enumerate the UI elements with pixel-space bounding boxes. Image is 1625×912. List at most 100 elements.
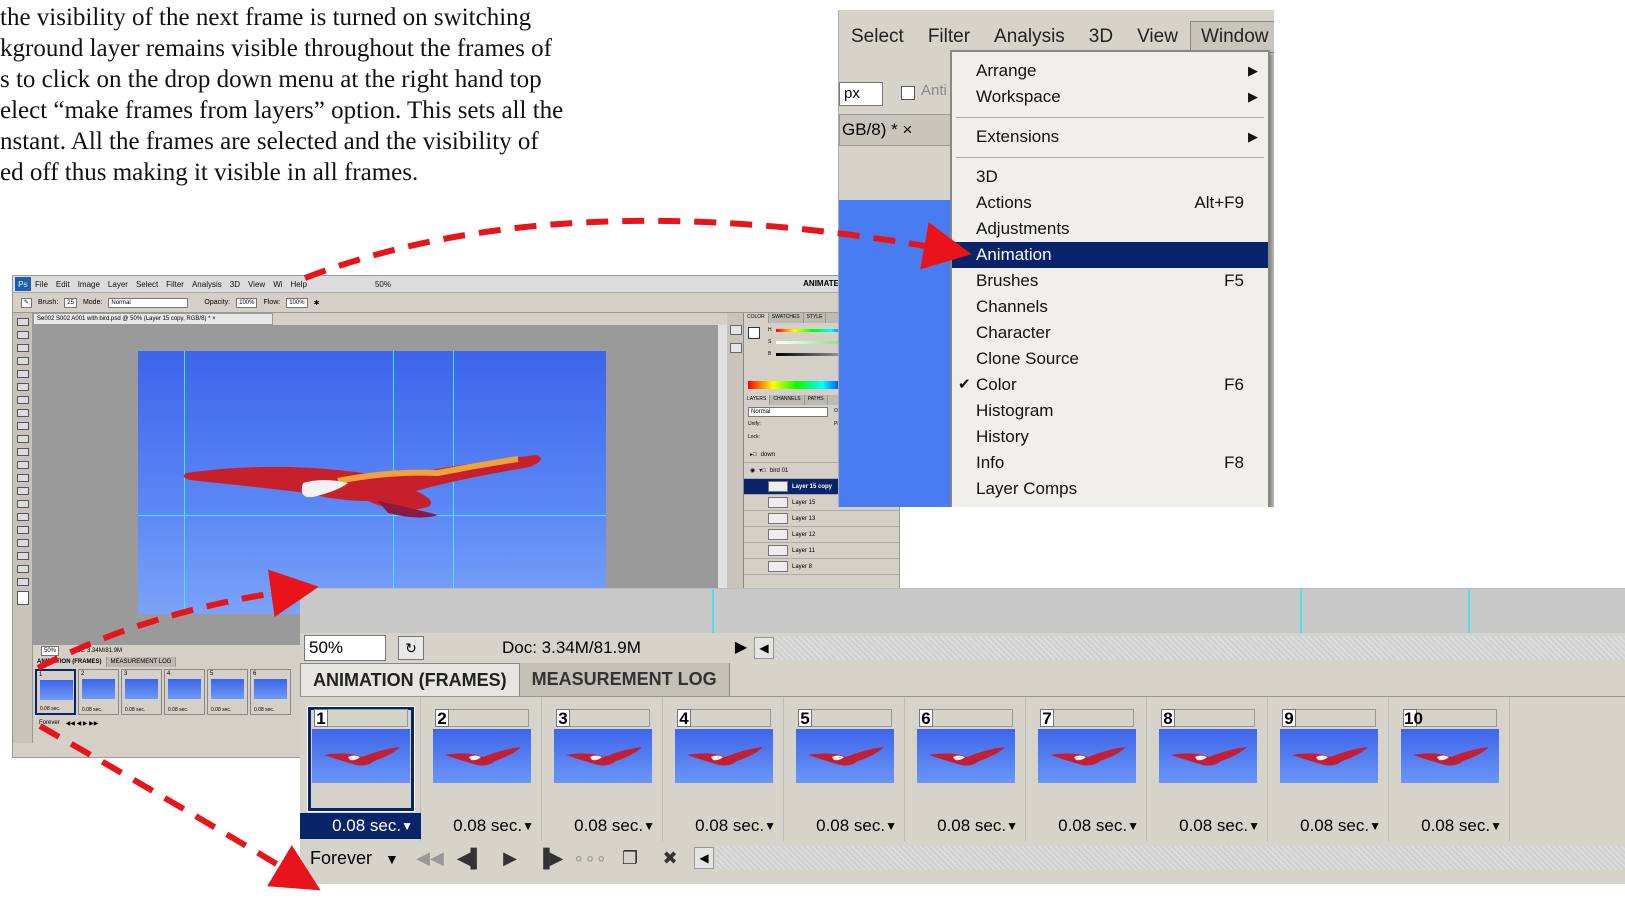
crop-tool-icon[interactable]	[16, 370, 29, 378]
airbrush-icon[interactable]: ✱	[314, 299, 320, 307]
frame-delay-select[interactable]: 0.08 sec.▼	[663, 813, 784, 839]
next-frame-button[interactable]: ▐▶	[530, 848, 570, 869]
menu-view[interactable]: View	[248, 280, 265, 289]
tab-animation-frames[interactable]: ANIMATION (FRAMES)	[300, 663, 520, 696]
animation-frame[interactable]: 6 0.08 sec.▼	[905, 697, 1026, 841]
menu-filter[interactable]: Filter	[166, 280, 184, 289]
menu-item-brushes[interactable]: Brushes F5	[952, 268, 1268, 294]
menu-item-arrange[interactable]: Arrange ▶	[952, 58, 1268, 84]
menu-image[interactable]: Image	[78, 280, 100, 289]
animation-frame[interactable]: 2 0.08 sec.▼	[421, 697, 542, 841]
animation-frame[interactable]: 1 0.08 sec.	[35, 669, 76, 715]
menu-edit[interactable]: Edit	[56, 280, 70, 289]
frame-delay-select[interactable]: 0.08 sec.▼	[905, 813, 1026, 839]
menu-filter[interactable]: Filter	[916, 26, 982, 48]
frame-delay[interactable]: 0.08 sec.	[82, 707, 102, 713]
history-brush-tool-icon[interactable]	[16, 435, 29, 443]
duplicate-frame-button[interactable]: ❐	[610, 848, 650, 869]
frame-delay-select[interactable]: 0.08 sec.▼	[1026, 813, 1147, 839]
workspace-switcher[interactable]: ANIMATE	[803, 279, 839, 288]
animation-frame[interactable]: 3 0.08 sec.▼	[542, 697, 663, 841]
frame-delay-select[interactable]: 0.08 sec.▼	[421, 813, 542, 839]
animation-frame[interactable]: 10 0.08 sec.▼	[1389, 697, 1510, 841]
tab-styles[interactable]: STYLE	[804, 313, 827, 323]
menu-file[interactable]: File	[35, 280, 48, 289]
zoom-field[interactable]: 50%	[304, 635, 386, 661]
tab-swatches[interactable]: SWATCHES	[769, 313, 804, 323]
menu-item-workspace[interactable]: Workspace ▶	[952, 84, 1268, 110]
menu-item-3d[interactable]: 3D	[952, 164, 1268, 190]
hand-tool-icon[interactable]	[16, 565, 29, 573]
animation-frame[interactable]: 5 0.08 sec.▼	[784, 697, 905, 841]
tab-animation-frames[interactable]: ANIMATION (FRAMES)	[33, 657, 107, 667]
frame-delay-select[interactable]: 0.08 sec.▼	[784, 813, 905, 839]
loop-select[interactable]: Forever ▼	[300, 848, 410, 869]
frame-delay-select[interactable]: 0.08 sec.▼	[1389, 813, 1510, 839]
menu-item-channels[interactable]: Channels	[952, 294, 1268, 320]
menu-item-extensions[interactable]: Extensions ▶	[952, 124, 1268, 150]
play-button[interactable]: ▶	[490, 848, 530, 869]
layer-row[interactable]: Layer 13	[744, 511, 899, 527]
status-menu-icon[interactable]: ↻	[398, 636, 424, 660]
tab-layers[interactable]: LAYERS	[744, 395, 771, 405]
move-tool-icon[interactable]	[16, 318, 29, 326]
animation-frame[interactable]: 2 0.08 sec.	[78, 669, 119, 715]
menu-window[interactable]: Window	[1189, 21, 1274, 53]
layer-row[interactable]: Layer 8	[744, 559, 899, 575]
tab-paths[interactable]: PATHS	[805, 395, 828, 405]
animation-frame[interactable]: 6 0.08 sec.	[250, 669, 291, 715]
menu-item-info[interactable]: Info F8	[952, 450, 1268, 476]
anti-alias-checkbox[interactable]	[901, 86, 915, 100]
opacity-field[interactable]: 100%	[236, 297, 258, 308]
document-tab[interactable]: Se002 S002 A001 with bird.psd @ 50% (Lay…	[33, 313, 273, 325]
animation-frame[interactable]: 8 0.08 sec.▼	[1147, 697, 1268, 841]
layer-row[interactable]: Layer 12	[744, 527, 899, 543]
lasso-tool-icon[interactable]	[16, 344, 29, 352]
quick-select-tool-icon[interactable]	[16, 357, 29, 365]
menu-3d[interactable]: 3D	[230, 280, 240, 289]
menu-select[interactable]: Select	[839, 26, 916, 48]
menu-select[interactable]: Select	[136, 280, 158, 289]
layer-row[interactable]: Layer 11	[744, 543, 899, 559]
tool-preset-picker[interactable]: ✎	[21, 297, 33, 308]
menu-analysis[interactable]: Analysis	[982, 26, 1077, 48]
scroll-left-icon[interactable]: ◀	[754, 637, 774, 659]
menu-view[interactable]: View	[1125, 26, 1190, 48]
frame-delay[interactable]: 0.08 sec.	[125, 707, 145, 713]
animation-frame[interactable]: 3 0.08 sec.	[121, 669, 162, 715]
tab-channels[interactable]: CHANNELS	[770, 395, 805, 405]
frame-delay-select[interactable]: 0.08 sec.▼	[1268, 813, 1389, 839]
scroll-left-icon[interactable]: ◀	[694, 847, 714, 869]
menu-item-histogram[interactable]: Histogram	[952, 398, 1268, 424]
pen-tool-icon[interactable]	[16, 500, 29, 508]
status-zoom-field[interactable]: 50%	[41, 646, 60, 656]
zoom-tool-icon[interactable]	[16, 578, 29, 586]
foreground-color-swatch[interactable]	[748, 327, 760, 339]
delete-frame-button[interactable]: ✖	[650, 848, 690, 869]
menu-help[interactable]: Help	[291, 280, 307, 289]
menu-item-actions[interactable]: Actions Alt+F9	[952, 190, 1268, 216]
frame-delay[interactable]: 0.08 sec.	[254, 707, 274, 713]
menu-analysis[interactable]: Analysis	[192, 280, 222, 289]
document-tab[interactable]: GB/8) * ×	[839, 114, 951, 146]
playback-controls-icon[interactable]: ◀◀ ◀ ▶ ▶▶	[66, 720, 99, 727]
stamp-tool-icon[interactable]	[16, 422, 29, 430]
path-select-tool-icon[interactable]	[16, 526, 29, 534]
type-tool-icon[interactable]	[16, 513, 29, 521]
actions-panel-icon[interactable]	[730, 343, 742, 353]
healing-tool-icon[interactable]	[16, 396, 29, 404]
menu-item-layer-comps[interactable]: Layer Comps	[952, 476, 1268, 502]
frame-delay[interactable]: 0.08 sec.	[168, 707, 188, 713]
flow-field[interactable]: 100%	[286, 297, 308, 308]
animation-frame[interactable]: 4 0.08 sec.▼	[663, 697, 784, 841]
frame-delay-select[interactable]: 0.08 sec.▼	[1147, 813, 1268, 839]
brush-tool-icon[interactable]	[16, 409, 29, 417]
eyedropper-tool-icon[interactable]	[16, 383, 29, 391]
mode-select[interactable]: Normal	[108, 297, 189, 308]
3d-rotate-tool-icon[interactable]	[16, 552, 29, 560]
tab-color[interactable]: COLOR	[744, 313, 769, 323]
status-flyout-arrow-icon[interactable]: ▶	[732, 636, 750, 660]
blend-mode-select[interactable]: Normal	[748, 407, 828, 417]
previous-frame-button[interactable]: ◀▌	[450, 848, 490, 869]
menu-layer[interactable]: Layer	[108, 280, 128, 289]
